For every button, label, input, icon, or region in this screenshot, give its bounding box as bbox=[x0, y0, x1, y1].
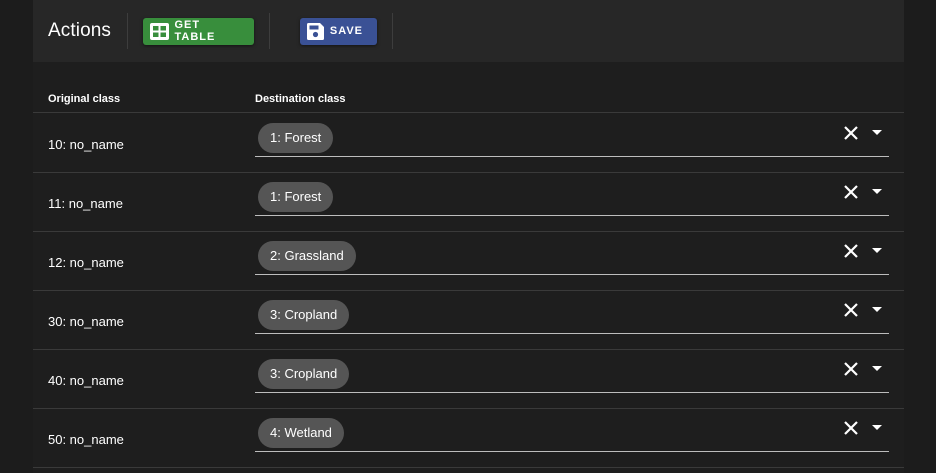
destination-select[interactable]: 3: Cropland bbox=[255, 298, 889, 334]
destination-chip: 4: Wetland bbox=[258, 418, 344, 448]
close-icon[interactable] bbox=[841, 418, 861, 438]
caret-down-icon[interactable] bbox=[869, 359, 885, 379]
toolbar-divider bbox=[127, 13, 129, 49]
table-header: Original class Destination class bbox=[33, 85, 904, 113]
save-label: SAVE bbox=[329, 25, 364, 37]
destination-chip: 3: Cropland bbox=[258, 300, 350, 330]
get-table-label: GET TABLE bbox=[174, 19, 216, 43]
caret-down-icon[interactable] bbox=[869, 300, 885, 320]
toolbar-title: Actions bbox=[48, 20, 112, 41]
destination-select[interactable]: 2: Grassland bbox=[255, 239, 889, 275]
close-icon[interactable] bbox=[841, 300, 861, 320]
destination-chip: 3: Cropland bbox=[258, 359, 350, 389]
original-class: 12: no_name bbox=[48, 255, 124, 270]
destination-select[interactable]: 3: Cropland bbox=[255, 357, 889, 393]
column-header-original: Original class bbox=[48, 93, 121, 105]
table-row: 50: no_name 4: Wetland bbox=[33, 409, 904, 468]
original-class: 30: no_name bbox=[48, 314, 124, 329]
save-button[interactable]: SAVE bbox=[300, 17, 378, 45]
toolbar-divider bbox=[269, 13, 271, 49]
destination-chip: 1: Forest bbox=[258, 123, 334, 153]
table-icon bbox=[149, 20, 169, 42]
destination-select[interactable]: 4: Wetland bbox=[255, 416, 889, 452]
table-row: 12: no_name 2: Grassland bbox=[33, 232, 904, 291]
original-class: 10: no_name bbox=[48, 137, 124, 152]
table-row: 11: no_name 1: Forest bbox=[33, 173, 904, 232]
caret-down-icon[interactable] bbox=[869, 182, 885, 202]
destination-select[interactable]: 1: Forest bbox=[255, 180, 889, 216]
original-class: 11: no_name bbox=[48, 196, 123, 211]
table-row: 10: no_name 1: Forest bbox=[33, 114, 904, 173]
destination-chip: 2: Grassland bbox=[258, 241, 356, 271]
table-row: 40: no_name 3: Cropland bbox=[33, 350, 904, 409]
get-table-button[interactable]: GET TABLE bbox=[143, 17, 255, 45]
actions-toolbar: Actions GET TABLE SAVE bbox=[33, 0, 904, 62]
page: Actions GET TABLE SAVE Original class De… bbox=[0, 0, 936, 473]
close-icon[interactable] bbox=[841, 359, 861, 379]
close-icon[interactable] bbox=[841, 182, 861, 202]
caret-down-icon[interactable] bbox=[869, 418, 885, 438]
floppy-disk-icon bbox=[306, 20, 325, 42]
caret-down-icon[interactable] bbox=[869, 123, 885, 143]
original-class: 50: no_name bbox=[48, 432, 124, 447]
toolbar-divider bbox=[392, 13, 394, 49]
original-class: 40: no_name bbox=[48, 373, 124, 388]
destination-chip: 1: Forest bbox=[258, 182, 334, 212]
caret-down-icon[interactable] bbox=[869, 241, 885, 261]
close-icon[interactable] bbox=[841, 123, 861, 143]
destination-select[interactable]: 1: Forest bbox=[255, 121, 889, 157]
close-icon[interactable] bbox=[841, 241, 861, 261]
column-header-destination: Destination class bbox=[255, 93, 346, 105]
table-row: 30: no_name 3: Cropland bbox=[33, 291, 904, 350]
